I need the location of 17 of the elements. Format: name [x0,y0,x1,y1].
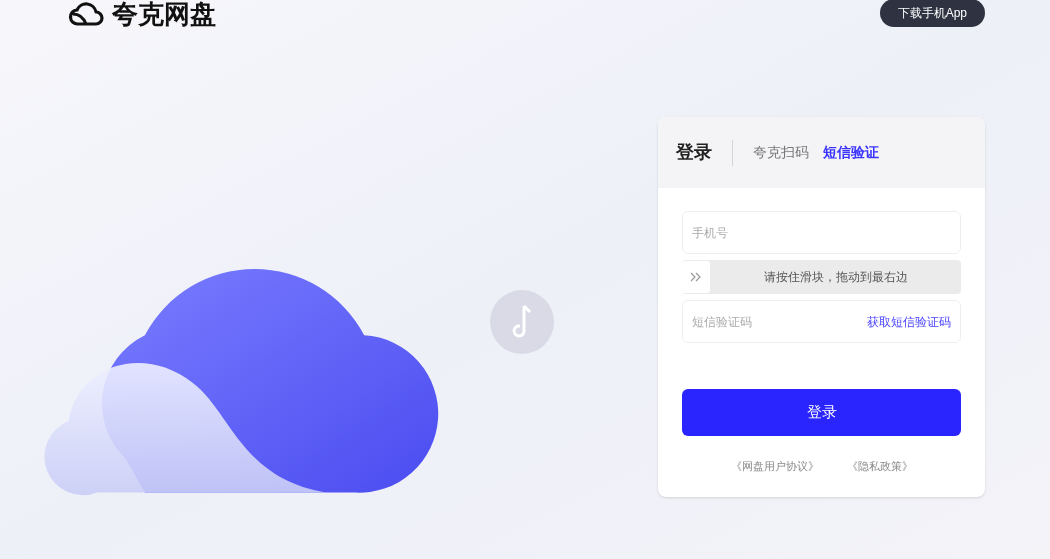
double-chevron-icon [690,272,702,282]
login-title: 登录 [676,141,712,164]
slider-hint: 请按住滑块，拖动到最右边 [762,269,909,286]
login-tab[interactable]: 短信验证 [823,142,879,163]
policy-link[interactable]: 《网盘用户协议》 [730,458,819,475]
download-app-button[interactable]: 下载手机App [879,0,985,27]
logo-text: 夸克网盘 [112,1,216,27]
slider-track[interactable]: 请按住滑块，拖动到最右边 [682,260,961,294]
login-button[interactable]: 登录 [682,389,961,436]
get-code-link[interactable]: 获取短信验证码 [867,312,951,331]
policy-link[interactable]: 《隐私政策》 [846,458,913,475]
login-tab[interactable]: 夸克扫码 [753,142,809,163]
sms-code-field[interactable]: 短信验证码 获取短信验证码 [682,300,961,343]
music-note-icon [490,290,554,354]
cloud-logo-icon [68,1,104,27]
phone-input-field[interactable]: 手机号 [682,211,961,254]
slider-handle[interactable] [682,261,710,293]
